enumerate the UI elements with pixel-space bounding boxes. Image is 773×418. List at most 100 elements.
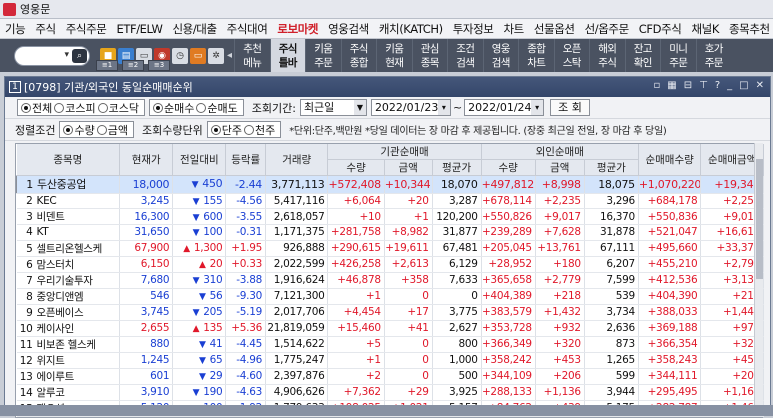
stock-search-input[interactable]: ▾ ⌕ xyxy=(14,45,90,66)
menu-item-5[interactable]: 주식대여 xyxy=(222,21,273,37)
gear-icon[interactable]: ✲ xyxy=(208,47,224,64)
toolbar-item-4[interactable]: 키움 현재 xyxy=(376,39,412,72)
direction-radio-1[interactable] xyxy=(196,102,207,113)
win-minimize-icon[interactable]: _ xyxy=(727,80,732,91)
calendar-icon[interactable]: ▾ xyxy=(531,100,544,115)
help-icon[interactable]: ? xyxy=(715,80,720,91)
toolbar-item-11[interactable]: 잔고 확인 xyxy=(624,39,661,72)
period-select[interactable]: 최근일 ▼ xyxy=(299,99,367,116)
col-net-qty[interactable]: 순매매수량 xyxy=(638,144,702,176)
chevron-down-icon[interactable]: ▼ xyxy=(353,100,366,115)
menu-item-4[interactable]: 신용/대출 xyxy=(167,21,221,37)
menu-item-1[interactable]: 주식 xyxy=(30,21,60,37)
pin-icon[interactable]: ⊤ xyxy=(699,80,708,91)
table-row[interactable]: 6 맘스터치 6,150 ▲ 20 +0.33 2,022,599 +426,258 +2,61… xyxy=(16,256,764,273)
table-row[interactable]: 8 중앙디앤엠 546 ▼ 56 -9.30 7,121,300 +1 0 0 +404,389 +2… xyxy=(16,288,764,305)
col-volume[interactable]: 거래량 xyxy=(265,144,329,176)
menu-item-15[interactable]: 종목추천 xyxy=(724,21,773,37)
menu-item-13[interactable]: CFD주식 xyxy=(634,21,687,37)
toolbar-item-9[interactable]: 오픈 스탁 xyxy=(553,39,590,72)
menu-item-10[interactable]: 차트 xyxy=(498,21,528,37)
date-to-field[interactable]: 2022/01/24 ▾ xyxy=(464,99,545,116)
table-row[interactable]: 4 KT 31,650 ▼ 100 -0.31 1,171,375 +281,758 +8,98… xyxy=(16,224,764,241)
rate: +0.33 xyxy=(231,258,262,270)
menu-item-8[interactable]: 캐치(KATCH) xyxy=(374,21,448,37)
toolbar-item-6[interactable]: 조건 검색 xyxy=(447,39,483,72)
unit-radio-1[interactable] xyxy=(243,124,254,135)
dropdown-arrow-icon[interactable]: ▾ xyxy=(64,50,69,60)
col-inst-avg[interactable]: 평균가 xyxy=(432,159,482,176)
screen-tab-2[interactable]: ≡2 xyxy=(122,60,144,71)
minimize-icon[interactable]: ⊟ xyxy=(684,80,692,91)
menu-item-7[interactable]: 영웅검색 xyxy=(323,21,374,37)
toolbar-item-12[interactable]: 미니 주문 xyxy=(660,39,696,72)
menu-item-2[interactable]: 주식주문 xyxy=(61,21,112,37)
win-maximize-icon[interactable]: □ xyxy=(739,80,748,91)
price: 67,900 xyxy=(134,242,170,254)
link-icon[interactable]: ▫ xyxy=(654,80,661,91)
market-radio-1[interactable] xyxy=(54,102,65,113)
calendar-icon[interactable]: ▾ xyxy=(437,100,450,115)
cell-stock-name: 12 위지트 xyxy=(16,352,121,369)
toolbar-item-2[interactable]: 키움 주문 xyxy=(305,39,341,72)
table-row[interactable]: 14 알루코 3,910 ▼ 190 -4.63 4,906,626 +7,362 +29 3,9… xyxy=(16,384,764,401)
col-frgn-avg[interactable]: 평균가 xyxy=(584,159,639,176)
table-row[interactable]: 11 비보존 헬스케 880 ▼ 41 -4.45 1,514,622 +5 0 800 +366,… xyxy=(16,336,764,353)
toolbar-item-10[interactable]: 해외 주식 xyxy=(589,39,625,72)
screen-tab-1[interactable]: ≡1 xyxy=(96,60,118,71)
cell-inst-qty: +4,454 xyxy=(327,304,385,321)
table-row[interactable]: 7 우리기술투자 7,680 ▼ 310 -3.88 1,916,624 +46,878 +35… xyxy=(16,272,764,289)
cell-frgn-avg: 1,265 xyxy=(584,352,639,369)
frgn-amt: +1,136 xyxy=(543,386,581,398)
table-row[interactable]: 5 셀트리온헬스케 67,900 ▲ 1,300 +1.95 926,888 +290,615… xyxy=(16,240,764,257)
menu-item-14[interactable]: 채널K xyxy=(686,21,724,37)
screen-tab-3[interactable]: ≡3 xyxy=(148,60,170,71)
col-frgn-qty[interactable]: 수량 xyxy=(481,159,536,176)
search-icon[interactable]: ⌕ xyxy=(72,48,87,63)
toolbar-item-bottom: 주문 xyxy=(314,56,333,69)
table-row[interactable]: 1 두산중공업 18,000 ▼ 450 -2.44 3,771,113 +572,408 +1… xyxy=(16,175,764,194)
table-row[interactable]: 9 오픈베이스 3,745 ▼ 205 -5.19 2,017,706 +4,454 +17 3,… xyxy=(16,304,764,321)
menu-item-0[interactable]: 기능 xyxy=(0,21,30,37)
direction-radio-0[interactable] xyxy=(153,102,163,113)
toolbar-item-7[interactable]: 영웅 검색 xyxy=(482,39,519,72)
market-radio-2[interactable] xyxy=(97,102,108,113)
toolbar-item-13[interactable]: 호가 주문 xyxy=(695,39,732,72)
toolbar-item-0[interactable]: 추천 메뉴 xyxy=(234,39,270,72)
table-row[interactable]: 13 에이루트 601 ▼ 29 -4.60 2,397,876 +2 0 500 +344,109… xyxy=(16,368,764,385)
menu-item-12[interactable]: 선/옵주문 xyxy=(580,21,634,37)
sort-radio-1[interactable] xyxy=(96,124,107,135)
scrollbar-thumb[interactable] xyxy=(756,159,763,279)
scroll-left-icon[interactable]: ◂ xyxy=(227,42,232,70)
date-from-field[interactable]: 2022/01/23 ▾ xyxy=(370,99,451,116)
toolbar-item-1[interactable]: 주식 틀바 xyxy=(269,39,305,72)
toolbar-item-5[interactable]: 관심 종목 xyxy=(411,39,448,72)
table-row[interactable]: 10 케이사인 2,655 ▲ 135 +5.36 21,819,059 +15,460 +41… xyxy=(16,320,764,337)
grid-icon[interactable]: ▦ xyxy=(667,80,676,91)
col-inst-qty[interactable]: 수량 xyxy=(327,159,385,176)
col-inst-amt[interactable]: 금액 xyxy=(384,159,433,176)
table-row[interactable]: 3 비덴트 16,300 ▼ 600 -3.55 2,618,057 +10 +1 120,200… xyxy=(16,208,764,226)
menu-item-3[interactable]: ETF/ELW xyxy=(111,22,167,36)
menu-item-11[interactable]: 선물옵션 xyxy=(529,21,580,37)
row-number: 13 xyxy=(19,370,33,383)
col-change[interactable]: 전일대비 xyxy=(172,144,227,176)
query-button[interactable]: 조 회 xyxy=(550,99,590,116)
col-name[interactable]: 종목명 xyxy=(16,144,121,176)
close-icon[interactable]: ✕ xyxy=(756,80,764,91)
menu-item-9[interactable]: 투자정보 xyxy=(448,21,499,37)
table-row[interactable]: 12 위지트 1,245 ▼ 65 -4.96 1,775,247 +1 0 1,000 +358,… xyxy=(16,352,764,369)
toolbar-item-3[interactable]: 주식 종합 xyxy=(340,39,377,72)
col-price[interactable]: 현재가 xyxy=(119,144,174,176)
table-scrollbar[interactable] xyxy=(754,143,763,411)
market-radio-0[interactable] xyxy=(21,102,31,113)
clock-icon[interactable]: ◷ xyxy=(172,47,188,64)
table-row[interactable]: 2 KEC 3,245 ▼ 155 -4.56 5,417,116 +6,064 +20 3,28… xyxy=(16,193,764,210)
menu-item-6[interactable]: 로보마켓 xyxy=(272,21,323,37)
unit-radio-0[interactable] xyxy=(210,124,221,135)
col-rate[interactable]: 등락률 xyxy=(225,144,266,176)
sort-radio-0[interactable] xyxy=(63,124,74,135)
col-frgn-amt[interactable]: 금액 xyxy=(535,159,585,176)
monitor-icon[interactable]: ▭ xyxy=(190,47,206,64)
toolbar-item-8[interactable]: 종합 차트 xyxy=(518,39,554,72)
